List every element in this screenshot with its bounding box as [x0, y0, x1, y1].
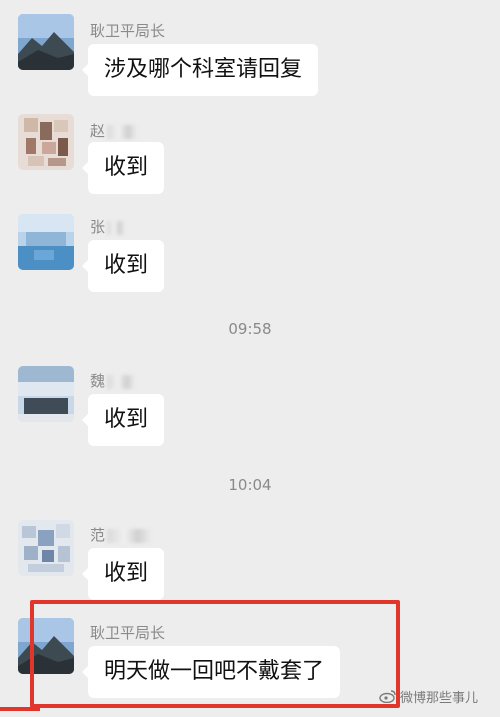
sender-name: 魏	[90, 370, 136, 391]
pixelated-avatar-icon	[18, 366, 74, 422]
watermark-text: 微博那些事儿	[399, 690, 478, 706]
message-bubble[interactable]: 涉及哪个科室请回复	[81, 44, 319, 96]
redaction-blur	[107, 124, 138, 139]
message-bubble[interactable]: 收到	[81, 240, 165, 292]
highlight-underline	[0, 707, 40, 711]
avatar[interactable]	[18, 214, 74, 270]
watermark: 微博那些事儿	[379, 687, 478, 708]
pixelated-avatar-icon	[18, 214, 74, 270]
sender-name: 耿卫平局长	[90, 22, 166, 40]
avatar[interactable]	[18, 520, 74, 576]
message-bubble[interactable]: 收到	[81, 142, 165, 194]
redaction-blur	[107, 220, 126, 235]
sender-name: 赵	[90, 120, 138, 141]
timestamp: 10:04	[228, 476, 272, 494]
message-bubble[interactable]: 收到	[81, 548, 165, 600]
pixelated-avatar-icon	[18, 520, 74, 576]
avatar[interactable]	[18, 366, 74, 422]
avatar[interactable]	[18, 14, 74, 70]
landscape-avatar-icon	[18, 14, 74, 70]
message-bubble[interactable]: 收到	[81, 394, 165, 446]
pixelated-avatar-icon	[18, 114, 74, 170]
sender-name: 张	[90, 216, 126, 237]
sender-name: 范	[90, 524, 152, 545]
redaction-blur	[107, 374, 136, 389]
timestamp: 09:58	[228, 320, 272, 338]
weibo-icon	[379, 689, 397, 707]
redaction-blur	[107, 528, 152, 543]
avatar[interactable]	[18, 114, 74, 170]
highlight-box	[30, 600, 400, 708]
